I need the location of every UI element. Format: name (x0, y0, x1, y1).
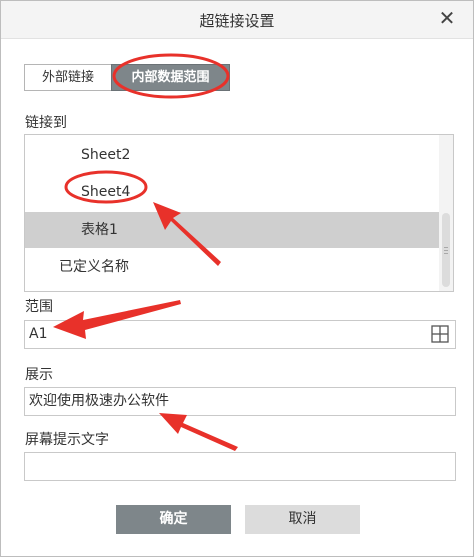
list-item-sheet2[interactable]: Sheet2 (25, 137, 439, 173)
screentip-input[interactable] (24, 452, 456, 481)
ok-button[interactable]: 确定 (116, 505, 231, 534)
tab-external-link[interactable]: 外部链接 (24, 64, 112, 91)
list-item-defined-names[interactable]: 已定义名称 (25, 249, 439, 285)
grid-icon[interactable] (431, 325, 449, 343)
close-icon[interactable]: ✕ (437, 7, 457, 29)
list-scrollbar[interactable] (439, 135, 453, 291)
hyperlink-settings-dialog: 超链接设置 ✕ 外部链接 内部数据范围 链接到 Sheet2 Sheet4 表格… (0, 0, 474, 557)
tab-internal-data-range[interactable]: 内部数据范围 (111, 64, 230, 91)
range-label: 范围 (25, 299, 53, 315)
display-label: 展示 (25, 367, 53, 383)
link-target-list[interactable]: Sheet2 Sheet4 表格1 已定义名称 (24, 134, 454, 292)
display-text-value: 欢迎使用极速办公软件 (29, 393, 169, 409)
link-to-label: 链接到 (25, 115, 67, 131)
cancel-button[interactable]: 取消 (245, 505, 360, 534)
list-item-sheet4[interactable]: Sheet4 (25, 174, 439, 210)
range-input[interactable]: A1 (24, 320, 456, 349)
dialog-titlebar: 超链接设置 ✕ (1, 1, 473, 39)
range-value: A1 (29, 326, 48, 342)
dialog-title: 超链接设置 (199, 12, 275, 30)
list-item-table1[interactable]: 表格1 (25, 212, 439, 248)
screentip-label: 屏幕提示文字 (25, 432, 109, 448)
display-text-input[interactable]: 欢迎使用极速办公软件 (24, 387, 456, 416)
scrollbar-thumb[interactable] (442, 213, 450, 287)
